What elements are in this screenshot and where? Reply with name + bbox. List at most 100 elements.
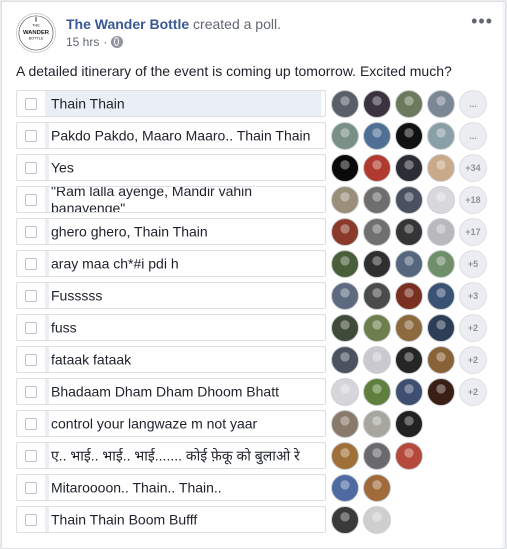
poll-option-box[interactable]: Thain Thain [16,90,326,117]
option-checkbox[interactable] [25,385,37,398]
voter-avatar[interactable] [363,441,391,470]
voter-avatar[interactable] [363,185,391,214]
voter-avatar[interactable] [427,345,455,374]
voter-avatar[interactable] [427,377,455,406]
more-voters-button[interactable]: +34 [459,153,487,182]
poll-option[interactable]: "Ram lalla ayenge, Mandir vahin banayeng… [16,185,496,214]
voter-avatar[interactable] [395,185,423,214]
poll-option-box[interactable]: Pakdo Pakdo, Maaro Maaro.. Thain Thain [16,122,326,149]
voter-avatar[interactable] [395,409,423,438]
poll-option[interactable]: ए.. भाई.. भाई.. भाई....... कोई फ़ेकू को … [16,441,496,470]
poll-option-box[interactable]: Mitaroooon.. Thain.. Thain.. [16,474,326,501]
poll-option-box[interactable]: ghero ghero, Thain Thain [16,218,326,245]
page-name-link[interactable]: The Wander Bottle [66,16,189,32]
voter-avatar[interactable] [331,153,359,182]
voter-avatar[interactable] [427,121,455,150]
voter-avatar[interactable] [427,313,455,342]
voter-avatar[interactable] [427,153,455,182]
voter-avatar[interactable] [363,217,391,246]
voter-avatar[interactable] [331,345,359,374]
poll-option-box[interactable]: fataak fataak [16,346,326,373]
voter-avatar[interactable] [363,249,391,278]
more-voters-button[interactable]: +18 [459,185,487,214]
voter-avatar[interactable] [331,249,359,278]
option-checkbox[interactable] [25,353,37,366]
voter-avatar[interactable] [395,281,423,310]
voter-avatar[interactable] [395,121,423,150]
post-options-button[interactable]: ••• [471,12,493,30]
more-voters-button[interactable]: +3 [459,281,487,310]
option-checkbox[interactable] [25,257,37,270]
poll-option-box[interactable]: Bhadaam Dham Dham Dhoom Bhatt [16,378,326,405]
poll-option[interactable]: fuss +2 [16,313,496,342]
voter-avatar[interactable] [427,89,455,118]
option-checkbox[interactable] [25,129,37,142]
voter-avatar[interactable] [427,185,455,214]
option-checkbox[interactable] [25,289,37,302]
voter-avatar[interactable] [331,473,359,502]
poll-option[interactable]: aray maa ch*#i pdi h +5 [16,249,496,278]
more-voters-button[interactable]: +2 [459,377,487,406]
poll-option-box[interactable]: aray maa ch*#i pdi h [16,250,326,277]
voter-avatar[interactable] [331,505,359,534]
page-avatar[interactable]: THE WANDER BOTTLE [16,13,56,53]
voter-avatar[interactable] [363,505,391,534]
voter-avatar[interactable] [395,153,423,182]
voter-avatar[interactable] [395,249,423,278]
poll-option-box[interactable]: Yes [16,154,326,181]
poll-option[interactable]: Thain Thain... [16,89,496,118]
poll-option[interactable]: Bhadaam Dham Dham Dhoom Bhatt +2 [16,377,496,406]
voter-avatar[interactable] [331,281,359,310]
voter-avatar[interactable] [395,217,423,246]
voter-avatar[interactable] [363,89,391,118]
voter-avatar[interactable] [331,313,359,342]
option-checkbox[interactable] [25,97,37,110]
option-checkbox[interactable] [25,449,37,462]
poll-option-box[interactable]: Fusssss [16,282,326,309]
voter-avatar[interactable] [331,377,359,406]
option-checkbox[interactable] [25,321,37,334]
voter-avatar[interactable] [363,281,391,310]
poll-option[interactable]: Yes +34 [16,153,496,182]
voter-avatar[interactable] [427,249,455,278]
voter-avatar[interactable] [363,473,391,502]
post-timestamp[interactable]: 15 hrs [66,35,99,49]
voter-avatar[interactable] [395,345,423,374]
scrollbar[interactable] [502,2,505,548]
option-checkbox[interactable] [25,225,37,238]
poll-option[interactable]: Mitaroooon.. Thain.. Thain.. [16,473,496,502]
voter-avatar[interactable] [331,217,359,246]
poll-option[interactable]: control your langwaze m not yaar [16,409,496,438]
poll-option-box[interactable]: Thain Thain Boom Bufff [16,506,326,533]
option-checkbox[interactable] [25,161,37,174]
more-voters-button[interactable]: ... [459,89,487,118]
poll-option-box[interactable]: "Ram lalla ayenge, Mandir vahin banayeng… [16,186,326,213]
voter-avatar[interactable] [363,377,391,406]
voter-avatar[interactable] [395,313,423,342]
poll-option-box[interactable]: control your langwaze m not yaar [16,410,326,437]
voter-avatar[interactable] [395,441,423,470]
voter-avatar[interactable] [395,377,423,406]
option-checkbox[interactable] [25,481,37,494]
option-checkbox[interactable] [25,193,37,206]
voter-avatar[interactable] [363,313,391,342]
more-voters-button[interactable]: +17 [459,217,487,246]
poll-option[interactable]: ghero ghero, Thain Thain +17 [16,217,496,246]
poll-option-box[interactable]: ए.. भाई.. भाई.. भाई....... कोई फ़ेकू को … [16,442,326,469]
more-voters-button[interactable]: +2 [459,313,487,342]
voter-avatar[interactable] [363,345,391,374]
poll-option[interactable]: fataak fataak +2 [16,345,496,374]
poll-option-box[interactable]: fuss [16,314,326,341]
globe-icon[interactable] [111,36,124,48]
voter-avatar[interactable] [363,121,391,150]
voter-avatar[interactable] [331,441,359,470]
option-checkbox[interactable] [25,417,37,430]
voter-avatar[interactable] [395,89,423,118]
voter-avatar[interactable] [331,185,359,214]
voter-avatar[interactable] [427,217,455,246]
poll-option[interactable]: Thain Thain Boom Bufff [16,505,496,534]
voter-avatar[interactable] [363,153,391,182]
more-voters-button[interactable]: +2 [459,345,487,374]
more-voters-button[interactable]: +5 [459,249,487,278]
poll-option[interactable]: Pakdo Pakdo, Maaro Maaro.. Thain Thain..… [16,121,496,150]
